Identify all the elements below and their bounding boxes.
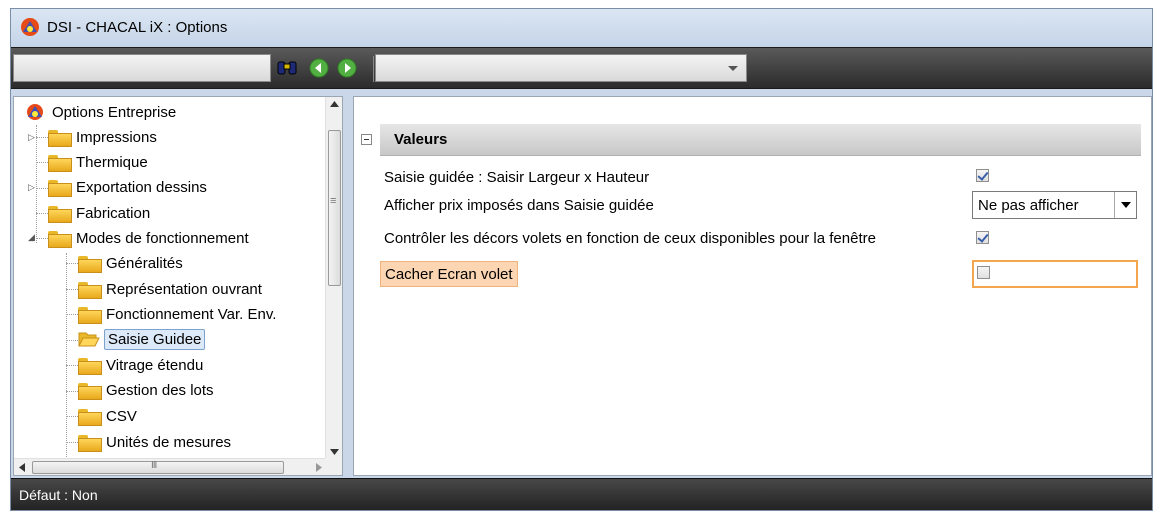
navigation-combo[interactable] xyxy=(375,54,747,82)
tree-item-label: Modes de fonctionnement xyxy=(76,229,249,247)
section-header[interactable]: Valeurs xyxy=(380,124,1141,156)
property-label-controler-decors[interactable]: Contrôler les décors volets en fonction … xyxy=(384,225,876,251)
tree-item-label: Fabrication xyxy=(76,204,151,222)
tree-guide-line xyxy=(36,137,48,138)
tree-item-fabrication[interactable]: Fabrication xyxy=(48,201,150,225)
app-logo-icon xyxy=(21,18,39,36)
tree-horizontal-scroll-thumb[interactable]: III xyxy=(32,460,284,474)
status-bar: Défaut : Non xyxy=(11,478,1152,510)
property-label-cacher-ecran-volet[interactable]: Cacher Ecran volet xyxy=(380,261,518,287)
scroll-left-icon[interactable] xyxy=(19,463,25,472)
tree-item-label: Impressions xyxy=(76,128,157,146)
tree-item-impressions[interactable]: Impressions xyxy=(48,125,157,149)
back-arrow-icon[interactable] xyxy=(309,58,329,78)
folder-icon xyxy=(78,383,102,400)
tree-item-fonctionnement-var-env[interactable]: Fonctionnement Var. Env. xyxy=(78,302,276,326)
tree-item-label: Fonctionnement Var. Env. xyxy=(106,305,277,323)
folder-icon xyxy=(78,282,102,299)
checkbox-cacher-ecran-volet[interactable] xyxy=(977,266,990,279)
tree-guide-line xyxy=(36,162,48,163)
tree-item-exportation-dessins[interactable]: Exportation dessins xyxy=(48,175,207,199)
section-collapse-icon[interactable] xyxy=(361,134,372,145)
tree-guide-line xyxy=(36,238,48,239)
chevron-down-icon[interactable] xyxy=(728,66,738,71)
folder-icon xyxy=(48,155,72,172)
folder-icon xyxy=(78,435,102,452)
tree-item-label: Généralités xyxy=(106,254,183,272)
tree-guide-line xyxy=(66,391,78,392)
checkbox-controler-decors[interactable] xyxy=(976,231,989,244)
options-tree: Options Entreprise ▷ Impressions Thermiq… xyxy=(13,96,343,476)
tree-guide-line xyxy=(66,340,78,341)
folder-icon xyxy=(78,256,102,273)
folder-icon xyxy=(78,358,102,375)
scroll-up-icon[interactable] xyxy=(330,101,339,107)
tree-item-label: Thermique xyxy=(76,153,148,171)
window-title: DSI - CHACAL iX : Options xyxy=(47,19,228,36)
tree-root[interactable]: Options Entreprise xyxy=(24,100,176,124)
main-content: Options Entreprise ▷ Impressions Thermiq… xyxy=(11,89,1152,478)
tree-item-csv[interactable]: CSV xyxy=(78,404,137,428)
tree-guide-line xyxy=(66,314,78,315)
tree-item-label: CSV xyxy=(106,407,137,425)
checkbox-saisir-largeur[interactable] xyxy=(976,169,989,182)
folder-icon xyxy=(78,307,102,324)
property-label-afficher-prix[interactable]: Afficher prix imposés dans Saisie guidée xyxy=(384,192,654,218)
tree-guide-line xyxy=(66,289,78,290)
toolbar xyxy=(11,47,1152,89)
tree-item-label: Saisie Guidee xyxy=(104,328,206,350)
open-folder-icon xyxy=(78,332,100,347)
tree-guide-line xyxy=(66,263,78,264)
tree-vertical-scroll-thumb[interactable]: ≡ xyxy=(328,130,341,286)
select-value: Ne pas afficher xyxy=(978,197,1079,214)
tree-guide-line xyxy=(66,365,78,366)
tree-vertical-scrollbar[interactable]: ≡ xyxy=(325,97,342,459)
tree-item-generalites[interactable]: Généralités xyxy=(78,251,183,275)
tree-horizontal-scrollbar[interactable]: III xyxy=(14,458,327,475)
tree-guide-line xyxy=(36,188,48,189)
tree-item-modes-de-fonctionnement[interactable]: Modes de fonctionnement xyxy=(48,226,249,250)
scroll-grip-icon: III xyxy=(151,460,157,471)
property-label-saisir-largeur[interactable]: Saisie guidée : Saisir Largeur x Hauteur xyxy=(384,164,649,190)
tree-guide-line xyxy=(66,253,67,463)
tree-item-label: Gestion des lots xyxy=(106,381,214,399)
toolbar-separator xyxy=(373,56,374,82)
scroll-right-icon[interactable] xyxy=(316,463,322,472)
folder-icon xyxy=(48,231,72,248)
tree-item-representation-ouvrant[interactable]: Représentation ouvrant xyxy=(78,277,262,301)
tree-item-unites-de-mesures[interactable]: Unités de mesures xyxy=(78,430,231,454)
folder-icon xyxy=(48,206,72,223)
tree-item-label: Représentation ouvrant xyxy=(106,280,262,298)
scroll-corner xyxy=(325,458,342,475)
title-bar: DSI - CHACAL iX : Options xyxy=(11,9,1152,47)
tree-item-saisie-guidee[interactable]: Saisie Guidee xyxy=(78,327,206,351)
select-afficher-prix[interactable]: Ne pas afficher xyxy=(972,191,1137,219)
focused-value-cell[interactable] xyxy=(972,260,1138,288)
folder-icon xyxy=(48,180,72,197)
tree-item-vitrage-etendu[interactable]: Vitrage étendu xyxy=(78,353,203,377)
scroll-down-icon[interactable] xyxy=(330,449,339,455)
folder-icon xyxy=(78,409,102,426)
section-title: Valeurs xyxy=(394,131,448,148)
properties-grid: Valeurs Saisie guidée : Saisir Largeur x… xyxy=(353,96,1152,476)
tree-item-label: Vitrage étendu xyxy=(106,356,204,374)
chevron-down-icon[interactable] xyxy=(1114,192,1136,218)
folder-icon xyxy=(48,130,72,147)
scroll-grip-icon: ≡ xyxy=(330,195,337,207)
status-text: Défaut : Non xyxy=(19,487,98,503)
app-logo-icon xyxy=(27,104,43,120)
tree-root-label: Options Entreprise xyxy=(52,103,177,121)
options-window: DSI - CHACAL iX : Options Options Entrep… xyxy=(10,8,1153,511)
tree-item-thermique[interactable]: Thermique xyxy=(48,150,148,174)
tree-item-label: Exportation dessins xyxy=(76,178,207,196)
binoculars-icon[interactable] xyxy=(277,58,297,78)
tree-guide-line xyxy=(66,442,78,443)
tree-item-label: Unités de mesures xyxy=(106,433,232,451)
tree-item-gestion-des-lots[interactable]: Gestion des lots xyxy=(78,378,214,402)
forward-arrow-icon[interactable] xyxy=(337,58,357,78)
tree-guide-line xyxy=(66,416,78,417)
tree-guide-line xyxy=(36,213,48,214)
search-input[interactable] xyxy=(13,54,271,82)
